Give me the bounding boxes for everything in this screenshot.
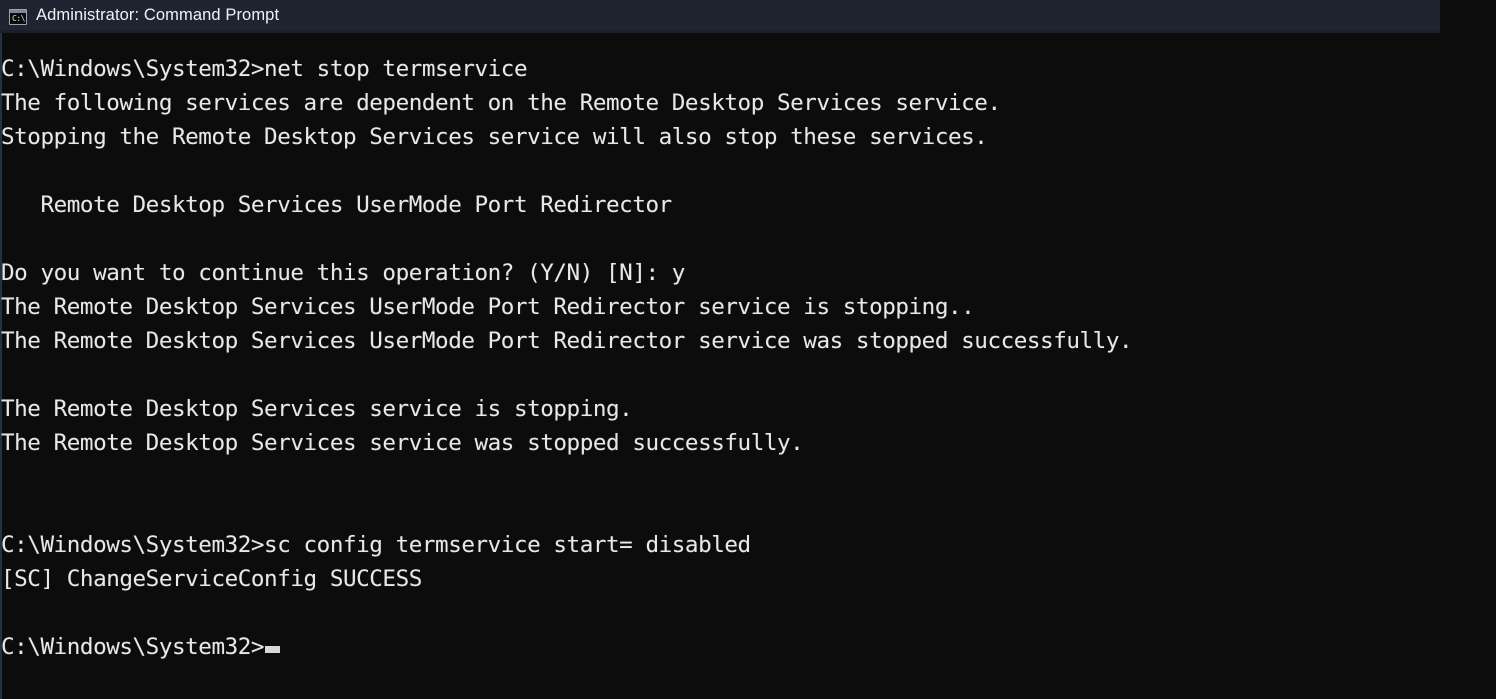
terminal-blank-line — [1, 596, 1496, 630]
window-title: Administrator: Command Prompt — [36, 7, 279, 26]
terminal-blank-line — [1, 494, 1496, 528]
terminal-line: The Remote Desktop Services UserMode Por… — [1, 290, 1496, 324]
terminal-line: Remote Desktop Services UserMode Port Re… — [1, 188, 1496, 222]
text-cursor — [265, 646, 280, 653]
command-prompt-window: C:\ Administrator: Command Prompt C:\Win… — [0, 0, 1496, 699]
terminal-line: C:\Windows\System32>net stop termservice — [1, 52, 1496, 86]
terminal-blank-line — [1, 460, 1496, 494]
terminal-line: The following services are dependent on … — [1, 86, 1496, 120]
terminal-line: C:\Windows\System32>sc config termservic… — [1, 528, 1496, 562]
terminal-line: The Remote Desktop Services UserMode Por… — [1, 324, 1496, 358]
titlebar-right-filler — [1440, 0, 1496, 33]
terminal-line: The Remote Desktop Services service is s… — [1, 392, 1496, 426]
terminal-line: Stopping the Remote Desktop Services ser… — [1, 120, 1496, 154]
window-titlebar[interactable]: C:\ Administrator: Command Prompt — [0, 0, 1440, 33]
console-icon-glyph: C:\ — [12, 14, 24, 23]
terminal-blank-line — [1, 154, 1496, 188]
terminal-body[interactable]: C:\Windows\System32>net stop termservice… — [0, 33, 1496, 699]
terminal-line: [SC] ChangeServiceConfig SUCCESS — [1, 562, 1496, 596]
terminal-blank-line — [1, 222, 1496, 256]
terminal-blank-line — [1, 358, 1496, 392]
terminal-line: Do you want to continue this operation? … — [1, 256, 1496, 290]
terminal-screen[interactable]: C:\Windows\System32>net stop termservice… — [0, 33, 1496, 664]
terminal-line: The Remote Desktop Services service was … — [1, 426, 1496, 460]
console-icon-titlebar — [10, 10, 26, 13]
terminal-prompt-line: C:\Windows\System32> — [1, 630, 1496, 664]
console-icon: C:\ — [9, 9, 27, 25]
